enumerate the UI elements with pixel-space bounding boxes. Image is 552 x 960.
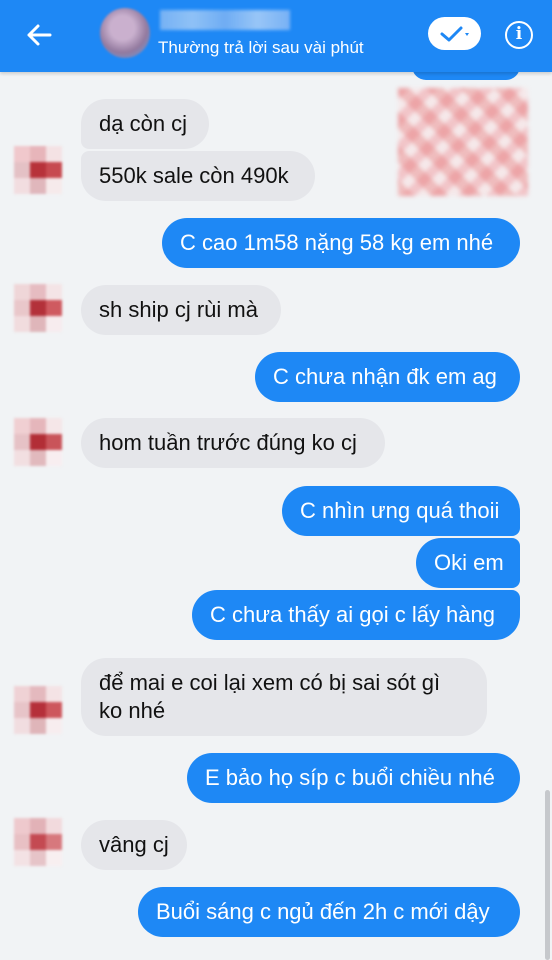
info-button[interactable]: i <box>505 21 533 49</box>
back-button[interactable] <box>24 20 54 50</box>
incoming-message[interactable]: vâng cj <box>81 820 187 870</box>
response-status: Thường trả lời sau vài phút <box>158 38 364 57</box>
outgoing-message[interactable]: C chưa nhận đk em ag <box>255 352 520 402</box>
sender-avatar <box>14 146 62 194</box>
incoming-message[interactable]: sh ship cj rùi mà <box>81 285 281 335</box>
outgoing-message[interactable]: E bảo họ síp c buổi chiều nhé <box>187 753 520 803</box>
message-thread[interactable]: dạ còn cj 550k sale còn 490k C cao 1m58 … <box>0 0 552 960</box>
scrollbar[interactable] <box>545 790 550 960</box>
contact-avatar[interactable] <box>100 8 150 58</box>
arrow-left-icon <box>27 24 52 46</box>
incoming-message[interactable]: dạ còn cj <box>81 99 209 149</box>
incoming-message[interactable]: 550k sale còn 490k <box>81 151 315 201</box>
incoming-message[interactable]: để mai e coi lại xem có bị sai sót gì ko… <box>81 658 487 736</box>
check-dropdown-icon <box>440 26 469 42</box>
outgoing-message[interactable]: Buổi sáng c ngủ đến 2h c mới dậy <box>138 887 520 937</box>
incoming-message[interactable]: hom tuần trước đúng ko cj <box>81 418 385 468</box>
contact-name-blurred[interactable] <box>160 10 290 30</box>
outgoing-message[interactable]: C cao 1m58 nặng 58 kg em nhé <box>162 218 520 268</box>
check-dropdown-button[interactable] <box>428 17 481 50</box>
sender-avatar <box>14 686 62 734</box>
conversation-header: Thường trả lời sau vài phút i <box>0 0 552 72</box>
sender-avatar <box>14 418 62 466</box>
sender-avatar <box>14 284 62 332</box>
outgoing-message[interactable]: Oki em <box>416 538 520 588</box>
outgoing-message[interactable]: C chưa thấy ai gọi c lấy hàng <box>192 590 520 640</box>
blurred-sticker <box>398 88 528 196</box>
outgoing-message[interactable]: C nhìn ưng quá thoii <box>282 486 520 536</box>
sender-avatar <box>14 818 62 866</box>
info-icon: i <box>515 24 523 44</box>
